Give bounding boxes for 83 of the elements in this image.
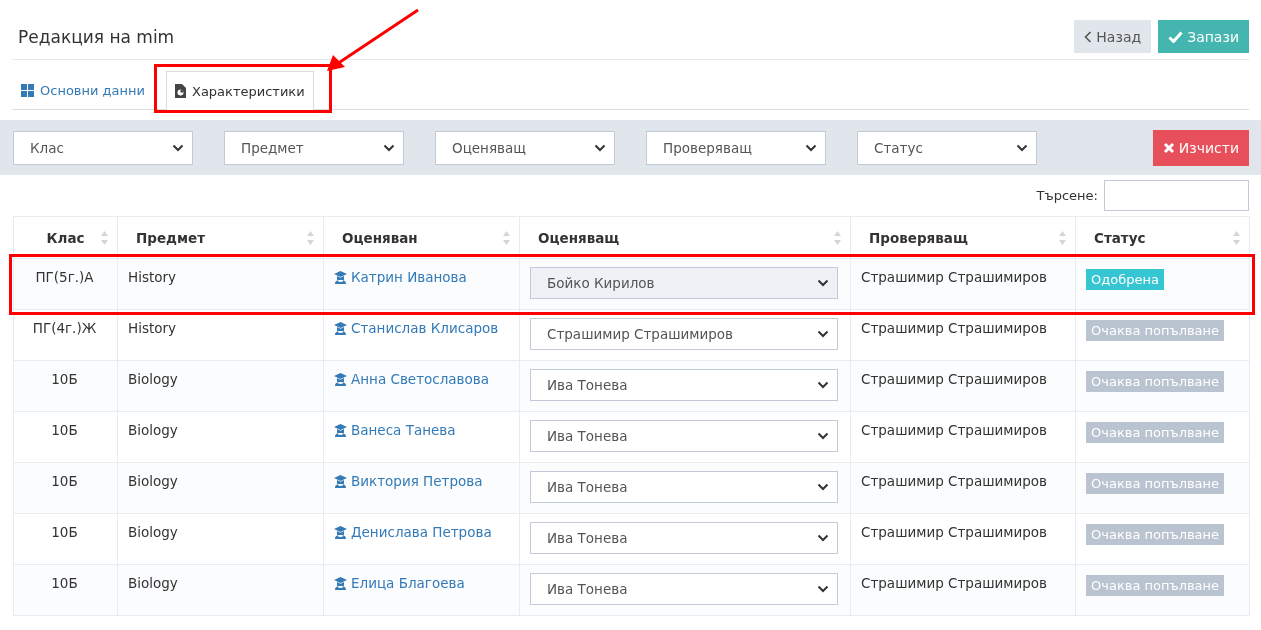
column-header[interactable]: Предмет — [117, 216, 324, 259]
student-icon — [334, 474, 347, 488]
student-icon — [334, 321, 347, 335]
column-header[interactable]: Проверяващ — [850, 216, 1076, 259]
chevron-down-icon — [817, 585, 829, 593]
table-cell: Biology — [117, 513, 324, 565]
table-cell: Страшимир Страшимиров — [850, 411, 1076, 463]
table-cell: 10Б — [13, 513, 118, 565]
chevron-down-icon — [383, 144, 395, 152]
filter-dropdown[interactable]: Статус — [857, 131, 1037, 165]
back-button[interactable]: Назад — [1074, 20, 1152, 53]
table-cell: Biology — [117, 411, 324, 463]
tab[interactable]: Характеристики — [166, 71, 314, 110]
status-badge: Очаква попълване — [1086, 320, 1225, 341]
status-badge: Очаква попълване — [1086, 575, 1225, 596]
table-cell: Страшимир Страшимиров — [850, 258, 1076, 310]
chevron-down-icon — [817, 330, 829, 338]
chevron-down-icon — [594, 144, 606, 152]
table-cell: Страшимир Страшимиров — [850, 564, 1076, 616]
evaluator-dropdown[interactable]: Ива Тонева — [530, 471, 838, 503]
chevron-down-icon — [1016, 144, 1028, 152]
sort-icon — [306, 230, 315, 246]
page-title: Редакция на mim — [18, 26, 175, 47]
chevron-down-icon — [817, 534, 829, 542]
status-badge: Очаква попълване — [1086, 371, 1225, 392]
table-cell: Страшимир Страшимиров — [850, 309, 1076, 361]
chevron-down-icon — [172, 144, 184, 152]
clear-button[interactable]: Изчисти — [1152, 130, 1249, 166]
status-badge: Одобрена — [1086, 269, 1164, 290]
student-icon — [334, 525, 347, 539]
student-link[interactable]: Ванеса Танева — [334, 422, 456, 438]
filter-dropdown[interactable]: Оценяващ — [435, 131, 615, 165]
table-cell: Biology — [117, 564, 324, 616]
status-badge: Очаква попълване — [1086, 422, 1225, 443]
table-cell: 10Б — [13, 462, 118, 514]
sort-icon — [502, 230, 511, 246]
tab[interactable]: Основни данни — [12, 71, 154, 109]
student-icon — [334, 423, 347, 437]
table-cell: ПГ(4г.)Ж — [13, 309, 118, 361]
table-cell: 10Б — [13, 360, 118, 412]
sort-icon — [833, 230, 842, 246]
chevron-down-icon — [817, 432, 829, 440]
table-cell: Страшимир Страшимиров — [850, 513, 1076, 565]
sort-icon — [1232, 230, 1241, 246]
chevron-down-icon — [817, 483, 829, 491]
table-cell: ПГ(5г.)А — [13, 258, 118, 310]
evaluator-dropdown[interactable]: Ива Тонева — [530, 420, 838, 452]
evaluator-dropdown[interactable]: Ива Тонева — [530, 573, 838, 605]
column-header[interactable]: Статус — [1075, 216, 1250, 259]
student-icon — [334, 576, 347, 590]
search-field[interactable] — [1104, 180, 1249, 211]
student-icon — [334, 270, 347, 284]
document-icon — [175, 84, 186, 98]
column-header[interactable]: Клас — [13, 216, 118, 259]
grid-icon — [21, 84, 34, 97]
evaluator-dropdown[interactable]: Страшимир Страшимиров — [530, 318, 838, 350]
table-cell: Страшимир Страшимиров — [850, 360, 1076, 412]
status-badge: Очаква попълване — [1086, 524, 1225, 545]
sort-icon — [1058, 230, 1067, 246]
table-cell: 10Б — [13, 411, 118, 463]
table-cell: History — [117, 309, 324, 361]
evaluator-dropdown[interactable]: Ива Тонева — [530, 369, 838, 401]
sort-icon — [100, 230, 109, 246]
search-label: Търсене: — [1036, 188, 1098, 203]
chevron-down-icon — [805, 144, 817, 152]
evaluator-dropdown[interactable]: Ива Тонева — [530, 522, 838, 554]
column-header[interactable]: Оценяван — [323, 216, 520, 259]
filter-dropdown[interactable]: Предмет — [224, 131, 404, 165]
student-icon — [334, 372, 347, 386]
filter-dropdown[interactable]: Клас — [13, 131, 193, 165]
table-cell: 10Б — [13, 564, 118, 616]
chevron-down-icon — [817, 381, 829, 389]
filter-dropdown[interactable]: Проверяващ — [646, 131, 826, 165]
table-cell: Страшимир Страшимиров — [850, 462, 1076, 514]
table-cell: Biology — [117, 462, 324, 514]
close-icon — [1162, 142, 1175, 154]
table-cell: History — [117, 258, 324, 310]
chevron-left-icon — [1084, 30, 1093, 43]
table-cell: Biology — [117, 360, 324, 412]
checkmark-icon — [1168, 30, 1184, 43]
status-badge: Очаква попълване — [1086, 473, 1225, 494]
chevron-down-icon — [817, 279, 829, 287]
column-header[interactable]: Оценяващ — [519, 216, 851, 259]
